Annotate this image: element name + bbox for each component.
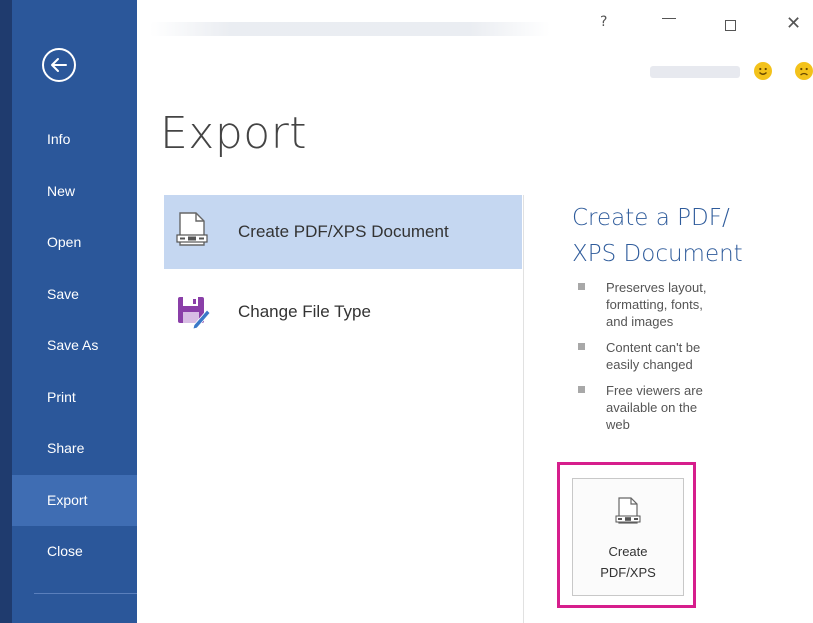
feature-text: Free viewers are [606,383,703,398]
bullet-icon [578,386,585,393]
bullet-icon [578,343,585,350]
feature-text: web [606,417,630,432]
feature-text: Content can't be [606,340,701,355]
feature-list: Preserves layout, formatting, fonts, and… [578,279,748,442]
backstage-nav: Info New Open Save Save As Print Share E… [12,114,137,578]
create-pdf-xps-button-label: Create PDF/XPS [578,541,678,583]
bullet-icon [578,283,585,290]
option-change-file-type[interactable]: Change File Type [164,275,522,349]
feature-item: Content can't be easily changed [578,339,748,373]
detail-heading-line1: Create a PDF/ [572,205,730,231]
option-label: Change File Type [238,302,371,321]
option-label: Create PDF/XPS Document [238,222,449,241]
feature-text: and images [606,314,674,329]
account-name-blurred [650,66,740,78]
button-label-line2: PDF/XPS [600,565,656,580]
send-a-frown-icon[interactable] [795,62,813,80]
nav-item-share[interactable]: Share [12,423,137,475]
nav-item-save[interactable]: Save [12,269,137,321]
create-pdf-xps-button[interactable]: Create PDF/XPS [572,478,684,596]
feature-text: Preserves layout, [606,280,707,295]
back-arrow-icon [51,58,67,72]
window-edge [0,0,12,623]
feature-text: formatting, fonts, [606,297,703,312]
help-button[interactable]: ? [600,14,607,30]
smiley-happy-icon [759,67,767,75]
sidebar-divider [34,593,137,594]
feature-text: easily changed [606,357,693,372]
detail-heading-line2: XPS Document [572,241,743,267]
maximize-button[interactable] [725,20,736,31]
nav-item-close[interactable]: Close [12,526,137,578]
pane-divider [523,195,524,623]
change-file-type-icon [178,297,210,330]
minimize-button[interactable] [662,18,676,19]
pdf-xps-document-icon [176,212,208,246]
nav-item-new[interactable]: New [12,166,137,218]
nav-item-info[interactable]: Info [12,114,137,166]
send-a-smile-icon[interactable] [754,62,772,80]
option-create-pdf-xps[interactable]: Create PDF/XPS Document [164,195,522,269]
back-button[interactable] [42,48,76,82]
backstage-sidebar: Info New Open Save Save As Print Share E… [12,0,137,623]
feature-text: available on the [606,400,698,415]
smiley-sad-icon [800,67,808,76]
close-window-button[interactable]: ✕ [786,13,801,34]
button-label-line1: Create [608,544,648,559]
pdf-xps-document-icon [615,497,641,524]
nav-item-export[interactable]: Export [12,474,137,526]
nav-item-print[interactable]: Print [12,372,137,424]
page-title: Export [160,108,308,159]
feature-item: Preserves layout, formatting, fonts, and… [578,279,748,330]
nav-item-save-as[interactable]: Save As [12,320,137,372]
detail-heading: Create a PDF/ XPS Document [572,200,792,272]
feature-item: Free viewers are available on the web [578,382,748,433]
document-title-blurred [150,22,550,36]
nav-item-open[interactable]: Open [12,217,137,269]
